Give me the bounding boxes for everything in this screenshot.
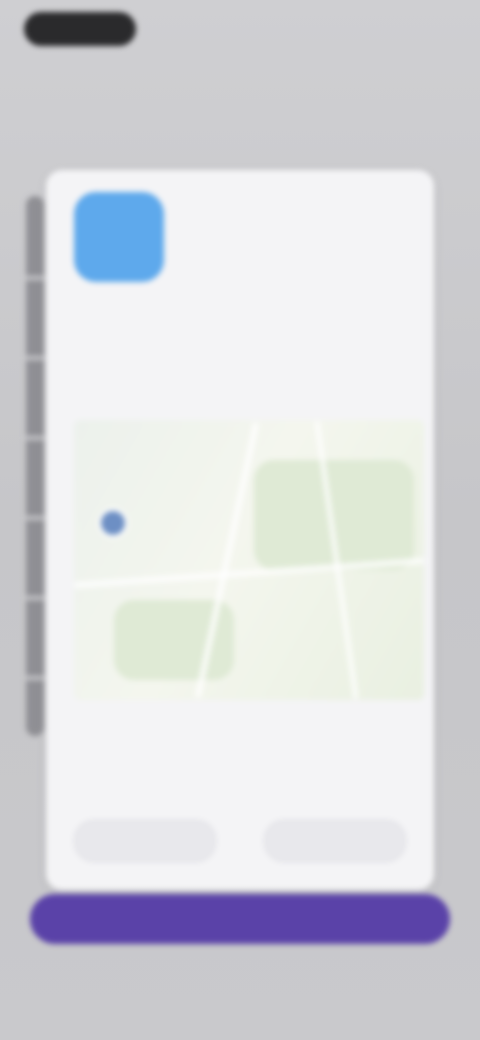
- right-choice-button[interactable]: [264, 820, 406, 862]
- rail-divider: [26, 516, 44, 520]
- map-road: [74, 557, 424, 589]
- app-icon: [74, 192, 164, 282]
- rail-divider: [26, 596, 44, 600]
- status-bar-pill: [24, 12, 136, 46]
- side-progress-rail: [26, 196, 44, 736]
- primary-continue-button[interactable]: [30, 894, 450, 944]
- choice-button-row: [74, 820, 406, 862]
- rail-divider: [26, 276, 44, 280]
- map-pin-icon: [98, 508, 128, 538]
- rail-divider: [26, 436, 44, 440]
- rail-divider: [26, 356, 44, 360]
- rail-divider: [26, 676, 44, 680]
- permission-screen: [0, 0, 480, 1040]
- blurred-content: [0, 0, 480, 1040]
- left-choice-button[interactable]: [74, 820, 216, 862]
- map-preview[interactable]: [74, 420, 424, 700]
- permission-card: [46, 170, 434, 890]
